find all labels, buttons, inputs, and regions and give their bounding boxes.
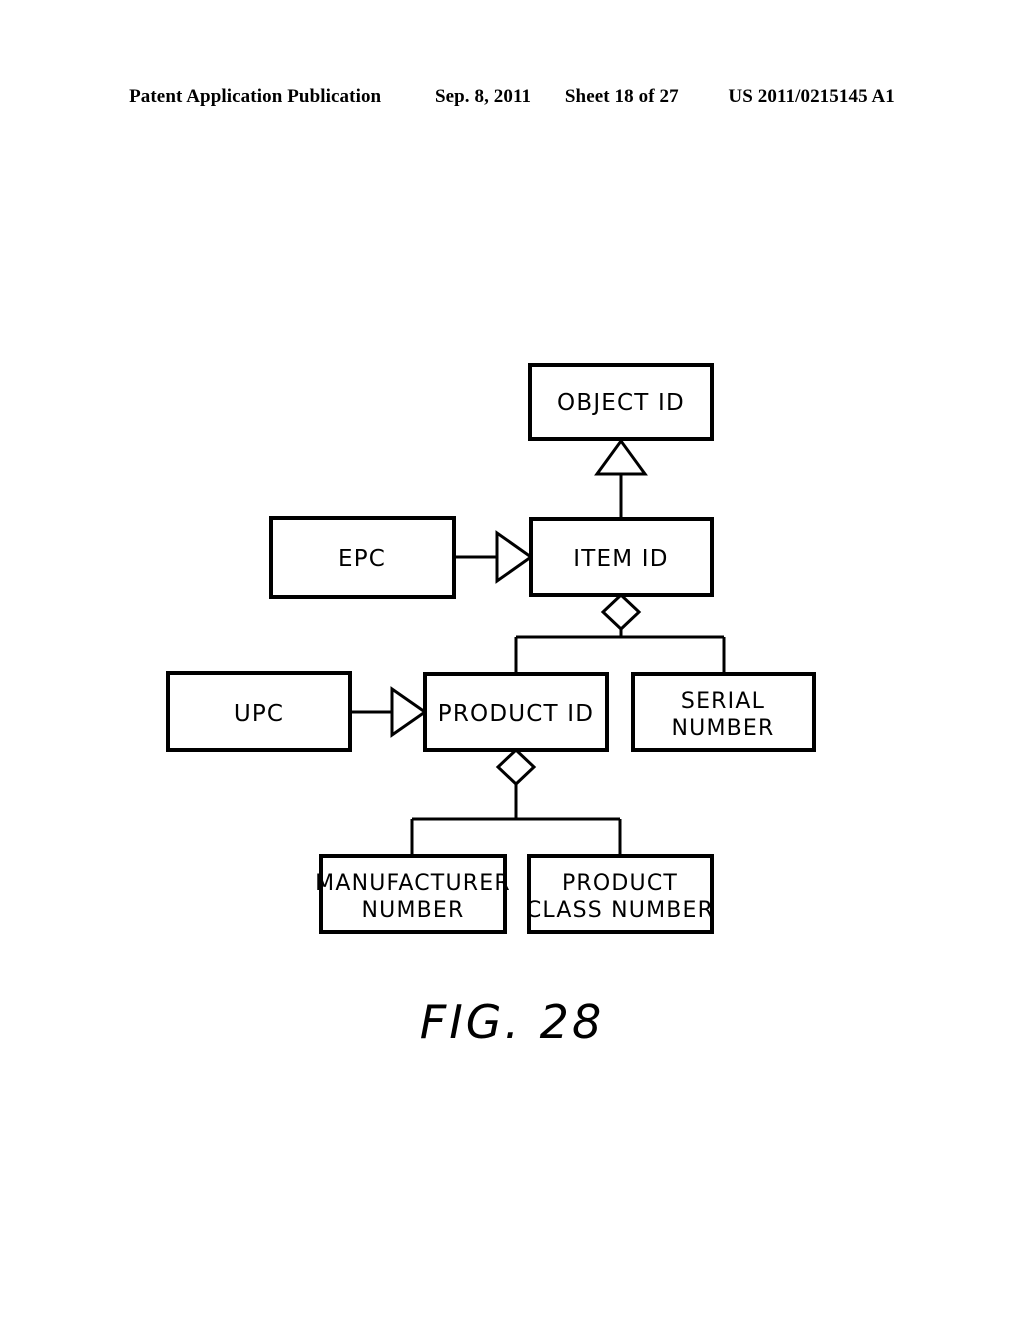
- node-upc-label: UPC: [234, 701, 284, 727]
- aggregation-diamond-item-id: [600, 592, 642, 632]
- node-object-id-label: OBJECT ID: [557, 390, 685, 416]
- node-manufacturer-number[interactable]: MANUFACTURER NUMBER: [315, 854, 511, 934]
- figure-caption: FIG. 28: [419, 995, 605, 1049]
- node-product-class-number-label-line1: PRODUCT: [562, 871, 678, 896]
- generalization-triangle-object-id: [594, 438, 648, 476]
- node-item-id-label: ITEM ID: [573, 546, 668, 572]
- node-serial-number[interactable]: SERIAL NUMBER: [631, 672, 816, 752]
- node-manufacturer-number-label-line1: MANUFACTURER: [315, 871, 511, 896]
- diagram-nodes: OBJECT ID EPC ITEM ID UPC PRODUCT ID SER…: [166, 363, 816, 934]
- node-product-class-number[interactable]: PRODUCT CLASS NUMBER: [526, 854, 714, 934]
- node-product-class-number-label-line2: CLASS NUMBER: [526, 898, 714, 923]
- node-serial-number-label-line1: SERIAL: [681, 689, 765, 714]
- node-manufacturer-number-label-line2: NUMBER: [361, 898, 464, 923]
- node-product-id[interactable]: PRODUCT ID: [423, 672, 609, 752]
- node-serial-number-label-line2: NUMBER: [671, 716, 774, 741]
- uml-class-diagram: OBJECT ID --> ITEM ID --> PRODUCT ID -->: [166, 363, 816, 934]
- node-upc[interactable]: UPC: [166, 671, 352, 752]
- generalization-triangle-item-id: [495, 530, 534, 584]
- aggregation-diamond-product-id: [495, 747, 537, 787]
- figure-28-drawing: OBJECT ID --> ITEM ID --> PRODUCT ID -->: [0, 0, 1024, 1320]
- node-epc-label: EPC: [338, 546, 386, 572]
- node-product-id-label: PRODUCT ID: [438, 701, 594, 727]
- node-object-id[interactable]: OBJECT ID: [528, 363, 714, 441]
- generalization-triangle-product-id: [390, 686, 428, 738]
- node-epc[interactable]: EPC: [269, 516, 456, 599]
- node-item-id[interactable]: ITEM ID: [529, 517, 714, 597]
